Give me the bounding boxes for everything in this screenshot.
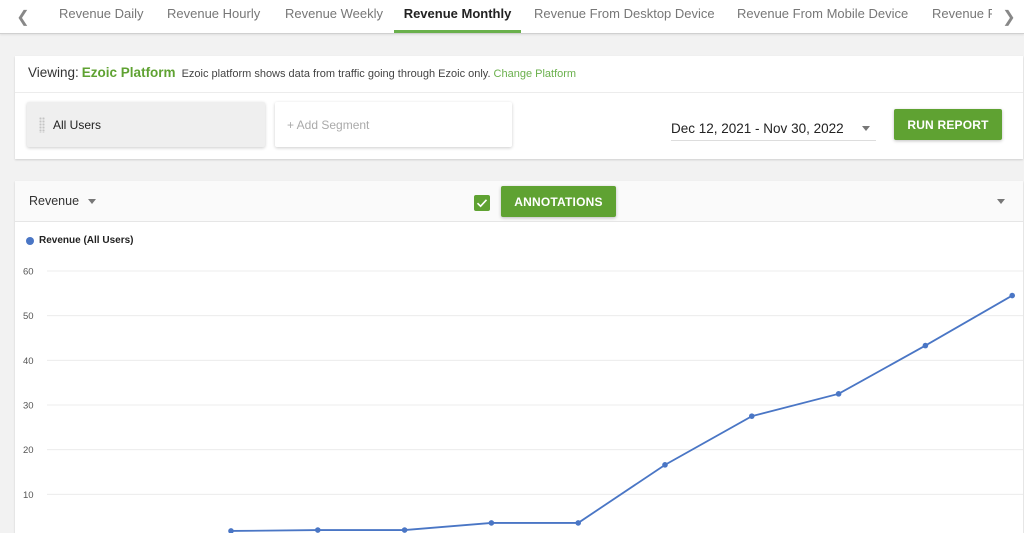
tab-revenue-truncated[interactable]: Revenue F	[932, 0, 992, 33]
y-tick-label: 50	[23, 311, 34, 322]
drag-handle-icon[interactable]	[39, 116, 45, 133]
run-report-button[interactable]: RUN REPORT	[894, 109, 1002, 140]
series-line	[230, 294, 1013, 532]
y-tick-label: 60	[23, 267, 34, 278]
platform-info: Viewing: Ezoic Platform Ezoic platform sho…	[28, 65, 576, 80]
tab-revenue-daily[interactable]: Revenue Daily	[59, 0, 144, 33]
divider	[15, 92, 1023, 93]
data-point[interactable]	[401, 527, 408, 533]
tab-revenue-hourly[interactable]: Revenue Hourly	[167, 0, 260, 33]
segment-label: All Users	[53, 117, 102, 132]
data-point[interactable]	[315, 527, 321, 533]
y-tick-label: 20	[23, 445, 34, 456]
data-point[interactable]	[228, 528, 234, 533]
date-range-picker[interactable]: Dec 12, 2021 - Nov 30, 2022	[671, 117, 876, 141]
tabs-prev-button[interactable]: ❮	[8, 0, 38, 33]
revenue-line-chart: 10 20 30 40 50 60	[23, 267, 1023, 533]
caret-down-icon	[862, 126, 870, 131]
report-settings-panel: Viewing: Ezoic Platform Ezoic platform sho…	[15, 56, 1023, 159]
y-tick-label: 40	[23, 356, 34, 367]
tab-revenue-weekly[interactable]: Revenue Weekly	[285, 0, 383, 33]
data-point[interactable]	[1009, 292, 1015, 299]
data-point[interactable]	[749, 413, 755, 419]
data-point[interactable]	[922, 342, 929, 349]
platform-description: Ezoic platform shows data from traffic g…	[181, 68, 491, 80]
date-range-value: Dec 12, 2021 - Nov 30, 2022	[671, 121, 844, 136]
platform-name: Ezoic Platform	[81, 65, 176, 80]
segment-all-users[interactable]: All Users	[27, 102, 265, 147]
chevron-right-icon: ❯	[1002, 8, 1016, 26]
tabs-next-button[interactable]: ❯	[994, 0, 1024, 33]
add-segment-button[interactable]: + Add Segment	[275, 102, 512, 147]
tab-revenue-desktop[interactable]: Revenue From Desktop Device	[534, 0, 715, 33]
chevron-left-icon: ❮	[16, 8, 30, 26]
data-point[interactable]	[662, 462, 668, 468]
report-tabs: ❮ Revenue Daily Revenue Hourly Revenue W…	[0, 0, 1024, 34]
y-tick-label: 30	[23, 401, 34, 412]
data-point[interactable]	[575, 520, 581, 526]
viewing-label: Viewing:	[28, 65, 79, 80]
tab-revenue-mobile[interactable]: Revenue From Mobile Device	[737, 0, 908, 33]
change-platform-link[interactable]: Change Platform	[494, 68, 577, 80]
tab-revenue-monthly[interactable]: Revenue Monthly	[394, 0, 521, 33]
y-tick-label: 10	[23, 490, 34, 501]
data-point[interactable]	[835, 391, 842, 397]
data-point[interactable]	[488, 520, 495, 526]
chart-panel: Revenue ANNOTATIONS Revenue (All Users) …	[15, 181, 1023, 533]
